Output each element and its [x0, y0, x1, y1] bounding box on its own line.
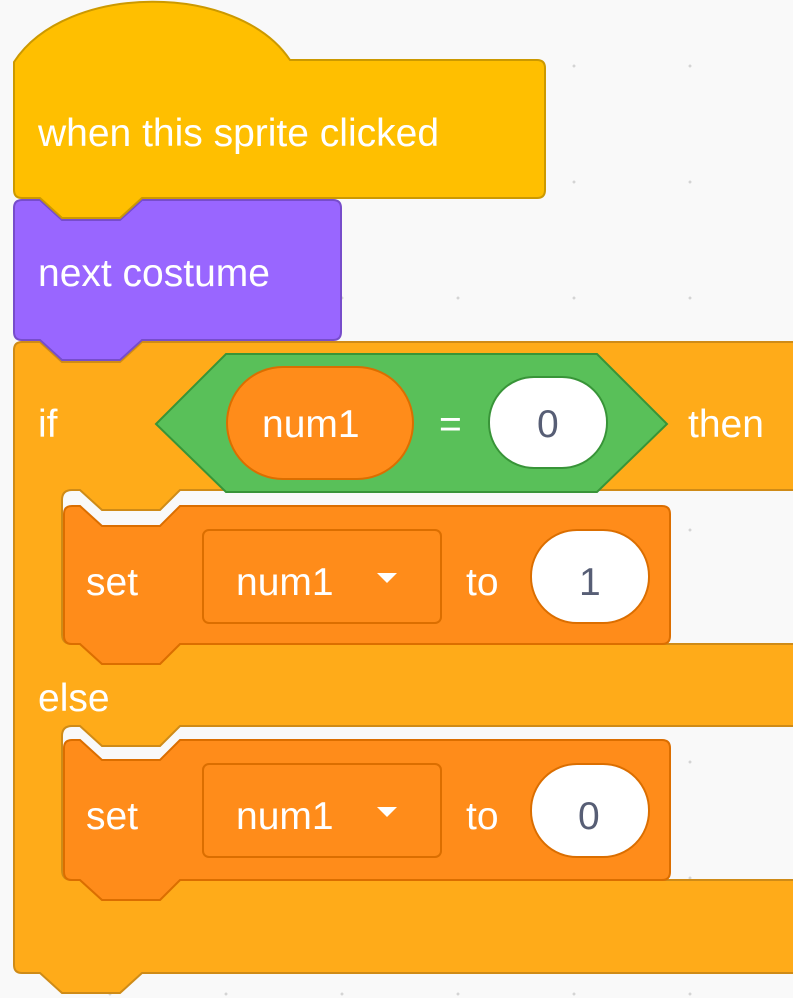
dropdown-arrow-icon	[377, 573, 397, 583]
hat-block-label: when this sprite clicked	[38, 112, 440, 155]
dropdown-arrow-icon	[377, 807, 397, 817]
set-keyword-else: set	[86, 795, 139, 838]
value-else: 0	[578, 795, 600, 838]
set-keyword-then: set	[86, 561, 139, 604]
condition-left-label: num1	[262, 403, 360, 446]
looks-block-label: next costume	[38, 252, 270, 295]
equals-sign: =	[439, 403, 462, 446]
condition-right-value: 0	[537, 403, 559, 446]
when-sprite-clicked-block[interactable]	[13, 0, 546, 219]
then-label: then	[688, 403, 764, 446]
variable-dropdown-label-then: num1	[236, 561, 334, 604]
if-label: if	[38, 403, 58, 446]
to-label-else: to	[466, 795, 499, 838]
to-label-then: to	[466, 561, 499, 604]
else-label: else	[38, 677, 110, 720]
value-then: 1	[579, 561, 601, 604]
variable-dropdown-label-else: num1	[236, 795, 334, 838]
scripts-area: when this sprite clicked next costume if…	[0, 0, 793, 998]
